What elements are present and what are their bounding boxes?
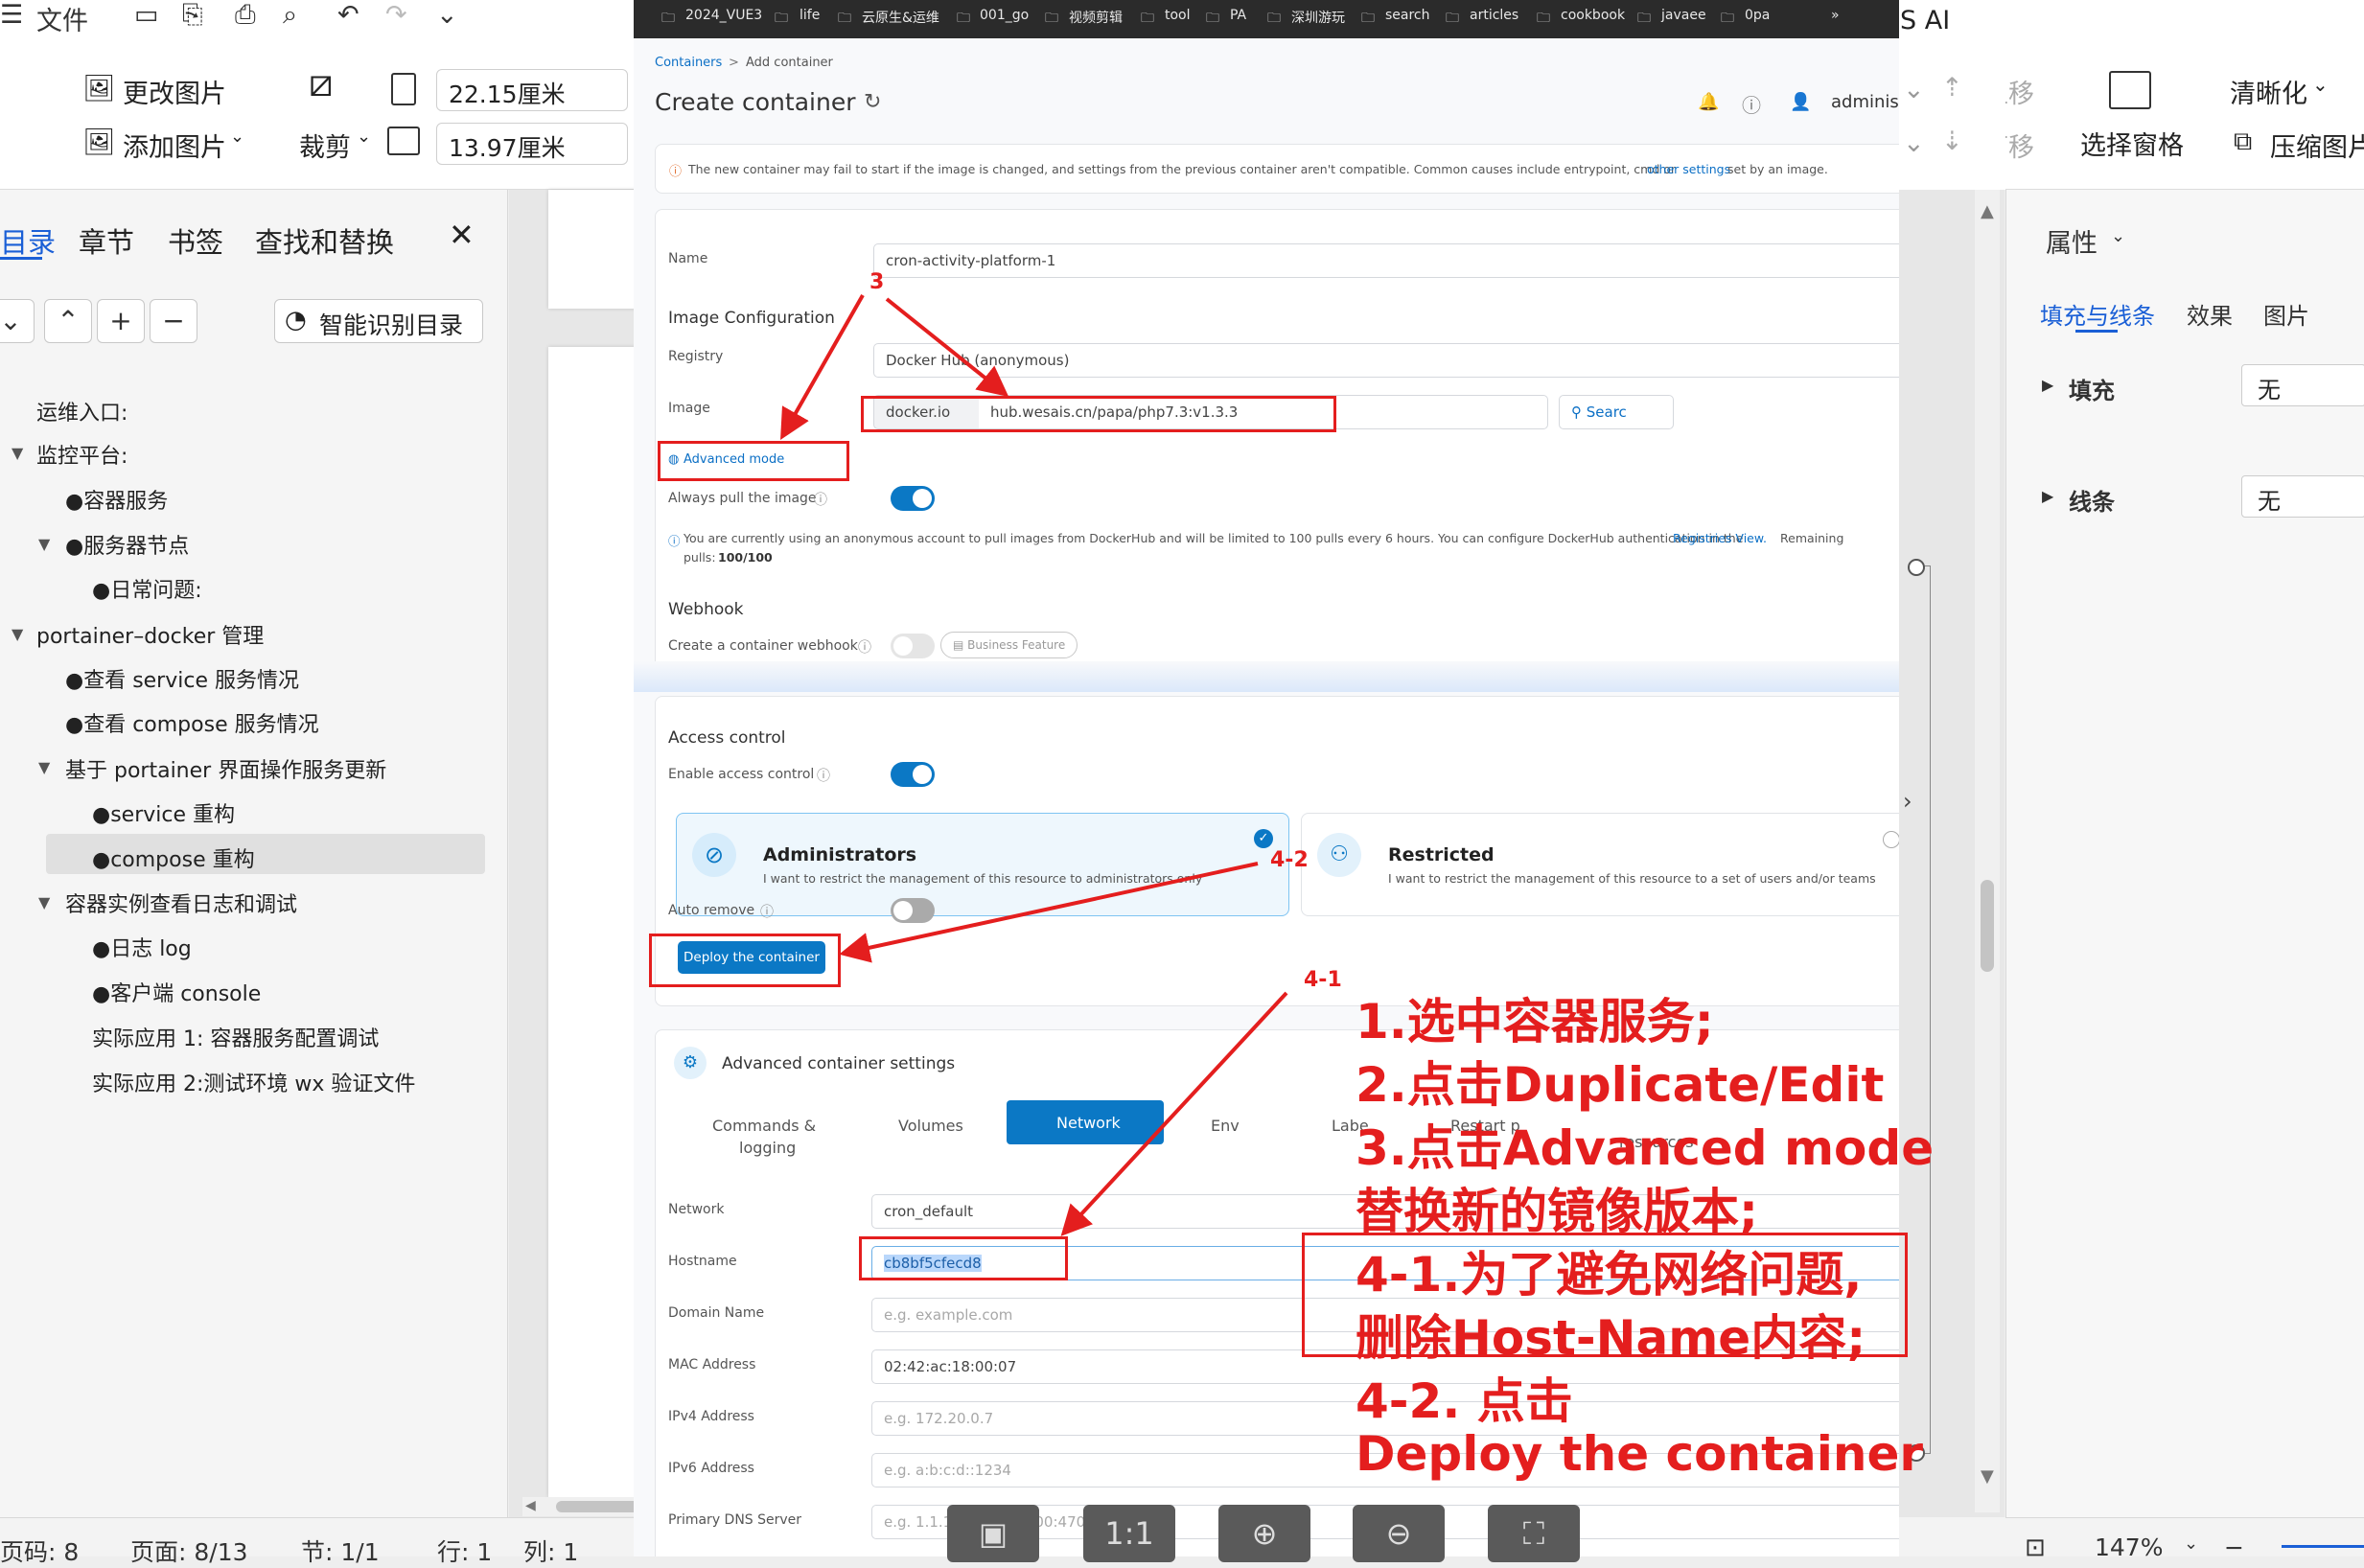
annotation-step-4-2b: Deploy the container [1356,1426,1924,1482]
fit-screen-icon[interactable]: ⛶ [1488,1505,1580,1562]
arrow-to-image [885,297,1009,398]
annotation-arrows [780,294,1288,1236]
annotation-step-2: 2.点击Duplicate/Edit [1356,1057,1885,1113]
arrow-to-deploy [839,862,1259,963]
viewer-actual-size-button[interactable]: 1:1 [1083,1505,1175,1562]
zoom-out-icon[interactable]: ⊖ [1353,1505,1445,1562]
annotation-step-4-2: 4-2. 点击 [1356,1373,1573,1429]
arrow-to-advanced-mode [780,294,865,440]
annotation-step-4-1: 4-1.为了避免网络问题, [1356,1247,1863,1303]
annotation-step-1: 1.选中容器服务; [1356,994,1714,1049]
arrow-to-hostname [1060,991,1288,1236]
annotation-step-4-1b: 删除Host-Name内容; [1356,1310,1866,1366]
viewer-image-icon[interactable]: ▣ [947,1505,1039,1562]
zoom-in-icon[interactable]: ⊕ [1218,1505,1310,1562]
annotation-step-3: 3.点击Advanced mode [1356,1120,1935,1176]
annotation-step-3b: 替换新的镜像版本; [1356,1184,1758,1239]
